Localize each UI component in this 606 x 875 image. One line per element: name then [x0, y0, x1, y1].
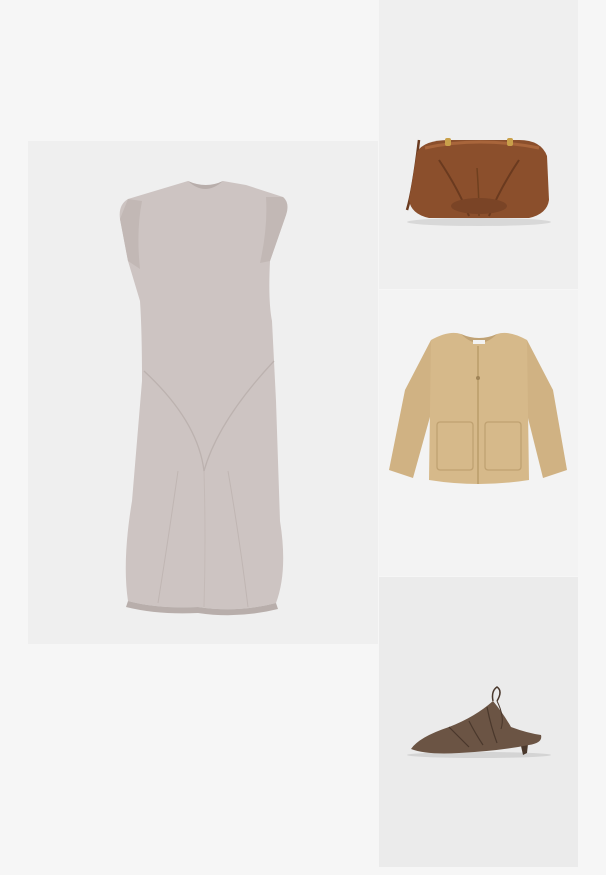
- product-tile-mule[interactable]: [379, 577, 578, 867]
- clutch-bag-icon: [405, 138, 551, 226]
- product-tile-dress[interactable]: [28, 141, 378, 644]
- jacket-icon: [389, 332, 567, 484]
- product-tile-bag[interactable]: [379, 0, 578, 289]
- product-tile-jacket[interactable]: [379, 290, 578, 576]
- mule-shoe-icon: [407, 686, 551, 758]
- dress-icon: [119, 181, 288, 616]
